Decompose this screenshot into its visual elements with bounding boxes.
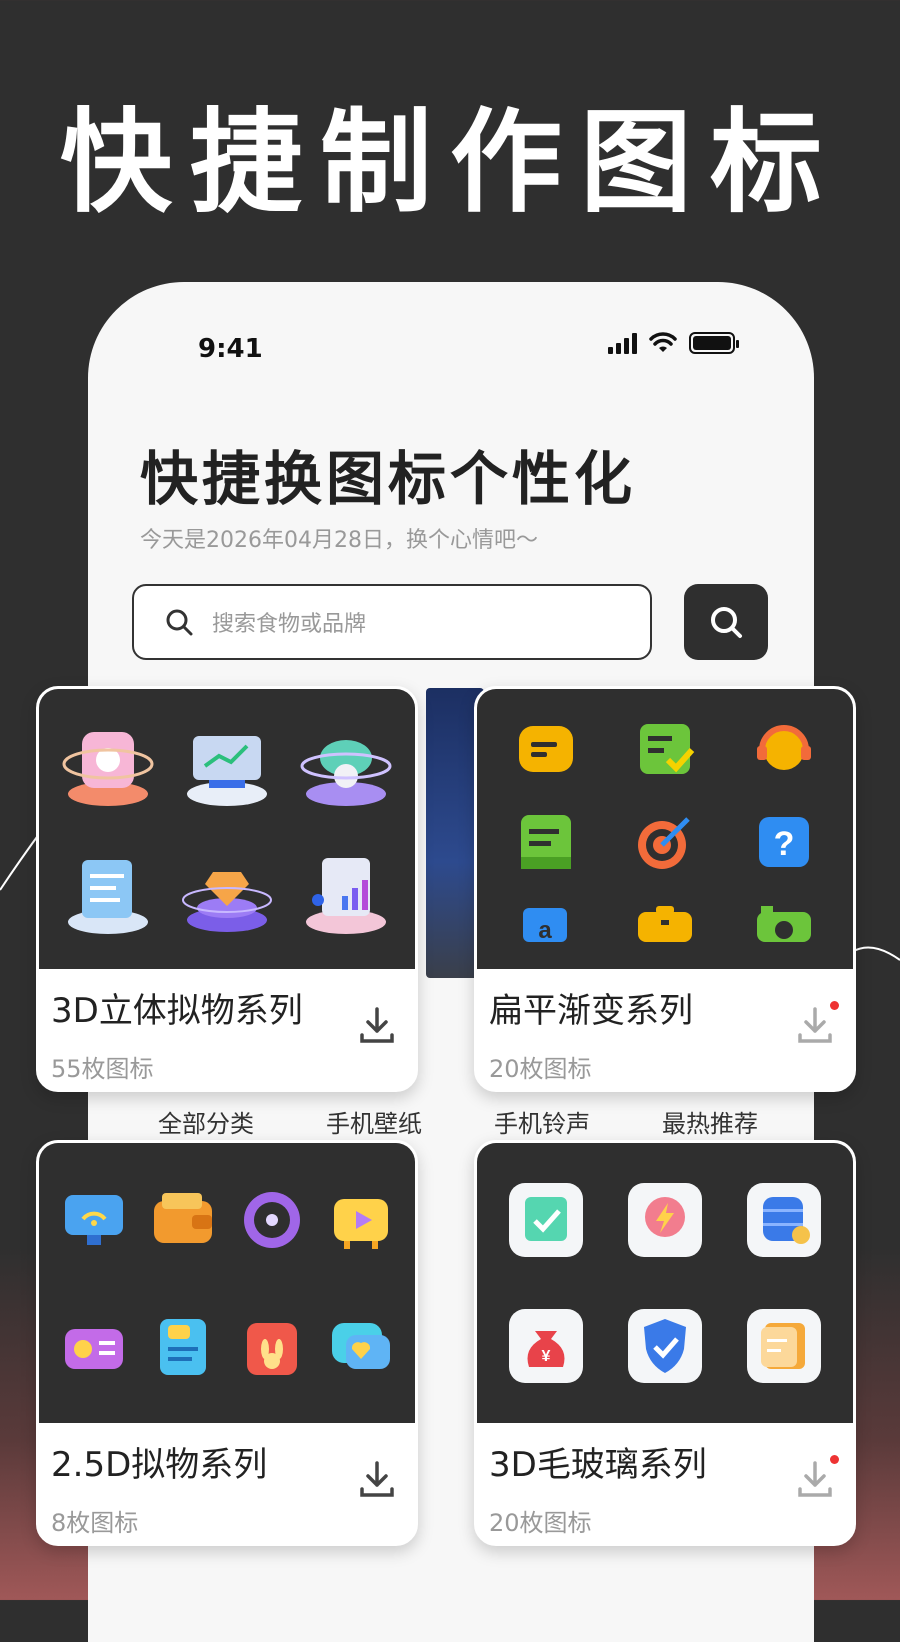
3d-gift-box-icon <box>60 718 156 814</box>
study-book-icon <box>148 1311 218 1381</box>
money-bag-icon: ¥ <box>505 1305 587 1387</box>
flash-charge-icon <box>624 1179 706 1261</box>
video-play-icon <box>326 1185 396 1255</box>
category-tab-ringtone[interactable]: 手机铃声 <box>494 1104 590 1139</box>
category-tab-hot[interactable]: 最热推荐 <box>662 1104 758 1139</box>
date-greeting: 今天是2026年04月28日，换个心情吧～ <box>140 528 538 553</box>
status-time: 9:41 <box>198 334 263 364</box>
icon-pack-card-2-5d[interactable]: 2.5D拟物系列 8枚图标 <box>36 1140 418 1546</box>
music-disc-icon <box>237 1185 307 1255</box>
download-icon[interactable] <box>357 1005 397 1045</box>
search-placeholder: 搜索食物或品牌 <box>212 612 367 637</box>
cellular-signal-icon <box>608 332 637 354</box>
toolbox-icon <box>632 902 698 942</box>
3d-chart-monitor-icon <box>179 718 275 814</box>
icon-pack-card-flat[interactable]: ? a 扁平渐变系列 20枚图标 <box>474 686 856 1092</box>
translate-icon: a <box>513 902 579 942</box>
icon-count: 55枚图标 <box>51 1055 154 1083</box>
help-icon: ? <box>751 809 817 875</box>
icon-count: 8枚图标 <box>51 1509 139 1537</box>
icon-pack-card-glass[interactable]: ¥ 3D毛玻璃系列 20枚图标 <box>474 1140 856 1546</box>
icon-pack-card-3d[interactable]: 3D立体拟物系列 55枚图标 <box>36 686 418 1092</box>
wallet-icon <box>148 1185 218 1255</box>
radio-icon <box>59 1311 129 1381</box>
target-icon <box>632 809 698 875</box>
camera-icon <box>751 902 817 942</box>
3d-document-icon <box>60 844 156 940</box>
svg-text:a: a <box>539 917 553 942</box>
decorative-curve <box>852 946 900 961</box>
category-tab-wallpaper[interactable]: 手机壁纸 <box>326 1104 422 1139</box>
status-icons <box>608 332 739 354</box>
download-icon[interactable] <box>795 1459 835 1499</box>
wifi-monitor-icon <box>59 1185 129 1255</box>
hero-title: 快捷制作图标 <box>60 98 840 228</box>
card-title: 2.5D拟物系列 <box>51 1445 268 1485</box>
coin-database-icon <box>743 1179 825 1261</box>
icon-preview-grid: ? a <box>477 689 853 969</box>
calendar-check-icon <box>505 1179 587 1261</box>
category-nav: 全部分类 手机壁纸 手机铃声 最热推荐 <box>158 1104 758 1139</box>
search-icon <box>166 609 193 636</box>
battery-icon <box>689 332 739 354</box>
download-icon[interactable] <box>357 1459 397 1499</box>
page-title: 快捷换图标个性化 <box>140 445 637 513</box>
rabbit-bag-icon <box>237 1311 307 1381</box>
3d-cloud-gear-icon <box>298 718 394 814</box>
3d-diamond-icon <box>179 844 275 940</box>
heart-chat-icon <box>326 1311 396 1381</box>
search-input[interactable]: 搜索食物或品牌 <box>132 584 652 660</box>
icon-count: 20枚图标 <box>489 1509 592 1537</box>
category-tab-all[interactable]: 全部分类 <box>158 1104 254 1139</box>
card-title: 3D毛玻璃系列 <box>489 1445 707 1485</box>
wifi-icon <box>649 332 677 352</box>
icon-preview-grid: ¥ <box>477 1143 853 1423</box>
document-stack-icon <box>743 1305 825 1387</box>
svg-text:?: ? <box>773 825 794 863</box>
search-icon <box>711 607 742 638</box>
notes-icon <box>513 809 579 875</box>
svg-text:¥: ¥ <box>542 1348 551 1365</box>
card-title: 3D立体拟物系列 <box>51 991 303 1031</box>
chat-bubble-icon <box>513 716 579 782</box>
icon-preview-grid <box>39 1143 415 1423</box>
shield-check-icon <box>624 1305 706 1387</box>
icon-preview-grid <box>39 689 415 969</box>
checklist-icon <box>632 716 698 782</box>
card-title: 扁平渐变系列 <box>489 991 693 1031</box>
headset-icon <box>751 716 817 782</box>
download-icon[interactable] <box>795 1005 835 1045</box>
3d-report-icon <box>298 844 394 940</box>
icon-count: 20枚图标 <box>489 1055 592 1083</box>
search-button[interactable] <box>684 584 768 660</box>
